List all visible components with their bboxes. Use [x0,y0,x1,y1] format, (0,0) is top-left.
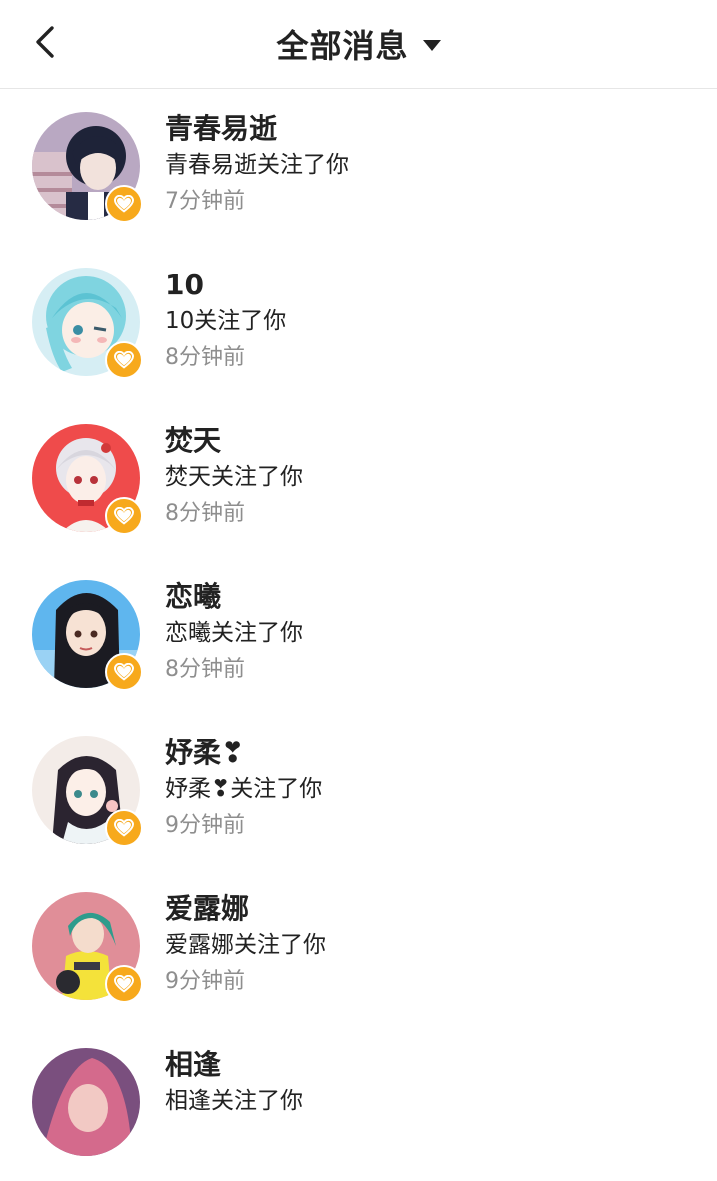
user-name: 焚天 [165,424,222,457]
notification-item[interactable]: 妤柔❣ 妤柔❣关注了你 9分钟前 [0,713,717,869]
notification-time: 9分钟前 [165,813,245,838]
notification-message: 爱露娜关注了你 [165,932,326,958]
notification-time: 7分钟前 [165,189,245,214]
notification-item[interactable]: 相逢 相逢关注了你 [0,1025,717,1181]
user-name: 爱露娜 [165,892,250,925]
notification-message: 恋曦关注了你 [165,620,303,646]
notification-text: 恋曦 恋曦关注了你 8分钟前 [165,579,303,689]
notification-text: 青春易逝 青春易逝关注了你 7分钟前 [165,111,349,221]
notification-text: 爱露娜 爱露娜关注了你 9分钟前 [165,891,326,1001]
heart-icon [114,507,134,525]
notification-item[interactable]: 爱露娜 爱露娜关注了你 9分钟前 [0,869,717,1025]
avatar[interactable] [32,1048,140,1156]
notification-text: 10 10关注了你 8分钟前 [165,267,286,377]
follow-badge [105,965,143,1003]
notification-message: 妤柔❣关注了你 [165,776,323,802]
notification-time: 8分钟前 [165,501,245,526]
heart-icon [114,819,134,837]
notification-time: 8分钟前 [165,657,245,682]
caret-down-icon [422,39,441,51]
heart-icon [114,351,134,369]
notification-item[interactable]: 焚天 焚天关注了你 8分钟前 [0,401,717,557]
follow-badge [105,653,143,691]
user-name: 10 [165,268,204,301]
message-filter-dropdown[interactable]: 全部消息 [0,0,717,88]
notification-time: 9分钟前 [165,969,245,994]
notification-time: 8分钟前 [165,345,245,370]
page-title: 全部消息 [276,27,409,65]
notification-text: 相逢 相逢关注了你 [165,1047,303,1119]
notification-item[interactable]: 恋曦 恋曦关注了你 8分钟前 [0,557,717,713]
user-name: 妤柔❣ [165,736,245,769]
heart-icon [114,195,134,213]
notification-list: 青春易逝 青春易逝关注了你 7分钟前 10 10关注了你 8分钟前 焚天 焚天关… [0,89,717,1181]
heart-icon [114,663,134,681]
notification-text: 焚天 焚天关注了你 8分钟前 [165,423,303,533]
notification-item[interactable]: 10 10关注了你 8分钟前 [0,245,717,401]
follow-badge [105,809,143,847]
user-name: 相逢 [165,1048,222,1081]
notification-item[interactable]: 青春易逝 青春易逝关注了你 7分钟前 [0,89,717,245]
follow-badge [105,497,143,535]
follow-badge [105,341,143,379]
user-name: 恋曦 [165,580,222,613]
notification-text: 妤柔❣ 妤柔❣关注了你 9分钟前 [165,735,322,845]
top-bar: 全部消息 [0,0,717,89]
notification-message: 10关注了你 [165,308,287,334]
notification-message: 青春易逝关注了你 [165,152,349,178]
user-name: 青春易逝 [165,112,278,145]
notification-message: 焚天关注了你 [165,464,303,490]
heart-icon [114,975,134,993]
follow-badge [105,185,143,223]
notification-message: 相逢关注了你 [165,1088,303,1114]
